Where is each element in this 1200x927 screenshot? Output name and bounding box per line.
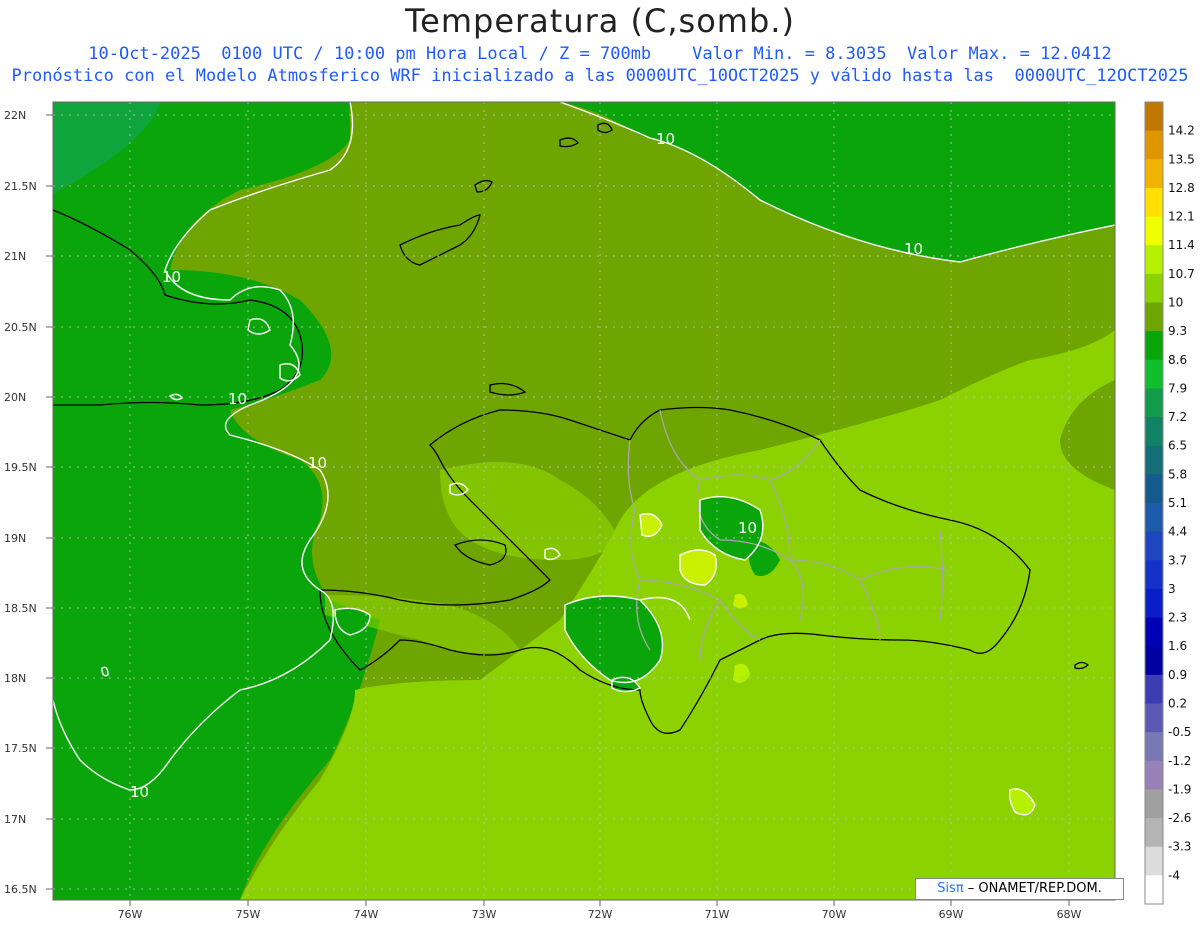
- colorbar-swatch: [1145, 417, 1163, 447]
- lon-label: 71W: [705, 908, 730, 921]
- sispi-logo: Sisπ: [937, 881, 964, 896]
- colorbar-label: 0.9: [1168, 668, 1187, 682]
- colorbar-swatch: [1145, 187, 1163, 218]
- colorbar-swatch: [1145, 474, 1163, 504]
- colorbar-swatch: [1145, 130, 1163, 160]
- colorbar-swatch: [1145, 875, 1163, 905]
- colorbar-swatch: [1145, 846, 1163, 876]
- colorbar-label: -0.5: [1168, 725, 1191, 739]
- colorbar-swatch: [1145, 617, 1163, 647]
- colorbar-swatch: [1145, 503, 1163, 533]
- contour-label: 10: [904, 240, 923, 258]
- colorbar-swatch: [1145, 388, 1163, 418]
- colorbar-swatch: [1145, 245, 1163, 275]
- contour-label: 10: [130, 783, 149, 801]
- colorbar-label: 10.7: [1168, 267, 1195, 281]
- lon-label: 68W: [1057, 908, 1082, 921]
- colorbar-label: 3.7: [1168, 553, 1187, 567]
- colorbar-label: -2.6: [1168, 811, 1191, 825]
- colorbar-label: 0.2: [1168, 697, 1187, 711]
- lat-label: 17N: [4, 813, 26, 826]
- lat-label: 21.5N: [4, 180, 37, 193]
- colorbar-swatch: [1145, 331, 1163, 361]
- lat-label: 17.5N: [4, 742, 37, 755]
- lon-label: 74W: [354, 908, 379, 921]
- lon-label: 70W: [822, 908, 847, 921]
- colorbar-label: 8.6: [1168, 353, 1187, 367]
- lon-label: 72W: [588, 908, 613, 921]
- temperature-map: 10 10 10 10 10 10 10 22N 21.5N 21N 20.5N…: [4, 101, 1195, 921]
- colorbar-swatch: [1145, 445, 1163, 475]
- colorbar-swatch: [1145, 159, 1163, 189]
- lon-label: 76W: [118, 908, 143, 921]
- colorbar-label: 2.3: [1168, 611, 1187, 625]
- colorbar-swatch: [1145, 646, 1163, 676]
- colorbar-swatch: [1145, 302, 1163, 332]
- colorbar-swatch: [1145, 588, 1163, 619]
- colorbar-swatch: [1145, 560, 1163, 590]
- lat-label: 20.5N: [4, 321, 37, 334]
- colorbar-swatch: [1145, 216, 1163, 246]
- colorbar-label: 6.5: [1168, 439, 1187, 453]
- colorbar: 14.2 13.5 12.8 12.1 11.4 10.7 10 9.3 8.6 7.9 7.2 6.…: [1144, 101, 1195, 905]
- contour-label: 10: [308, 454, 327, 472]
- colorbar-swatch: [1145, 760, 1163, 790]
- lon-label: 75W: [236, 908, 261, 921]
- longitude-labels: 76W 75W 74W 73W 72W 71W 70W 69W 68W: [118, 908, 1082, 921]
- colorbar-label: 3: [1168, 582, 1176, 596]
- colorbar-label: -1.9: [1168, 782, 1191, 796]
- colorbar-label: 9.3: [1168, 324, 1187, 338]
- colorbar-label: 14.2: [1168, 124, 1195, 138]
- colorbar-label: 12.8: [1168, 181, 1195, 195]
- colorbar-label: 10: [1168, 296, 1183, 310]
- colorbar-swatch: [1145, 703, 1163, 733]
- lat-label: 20N: [4, 391, 26, 404]
- lat-label: 21N: [4, 250, 26, 263]
- contour-label: 10: [228, 390, 247, 408]
- lat-label: 16.5N: [4, 883, 37, 896]
- temperature-field: 10 10 10 10 10 10 10: [53, 102, 1115, 900]
- colorbar-label: -3.3: [1168, 840, 1191, 854]
- lat-label: 19.5N: [4, 461, 37, 474]
- colorbar-swatch: [1145, 531, 1163, 561]
- lat-label: 19N: [4, 532, 26, 545]
- lat-label: 22N: [4, 109, 26, 122]
- lon-label: 73W: [472, 908, 497, 921]
- contour-label: 10: [656, 130, 675, 148]
- colorbar-label: 5.8: [1168, 467, 1187, 481]
- contour-label: 10: [738, 519, 757, 537]
- colorbar-label: -4: [1168, 868, 1180, 882]
- colorbar-label: 4.4: [1168, 525, 1187, 539]
- credit-text: – ONAMET/REP.DOM.: [963, 881, 1102, 896]
- latitude-labels: 22N 21.5N 21N 20.5N 20N 19.5N 19N 18.5N …: [4, 109, 37, 896]
- colorbar-label: 13.5: [1168, 152, 1195, 166]
- colorbar-swatch: [1145, 732, 1163, 762]
- colorbar-swatch: [1145, 789, 1163, 819]
- colorbar-label: -1.2: [1168, 754, 1191, 768]
- colorbar-swatch: [1145, 818, 1163, 848]
- colorbar-label: 12.1: [1168, 210, 1195, 224]
- colorbar-label: 11.4: [1168, 238, 1195, 252]
- colorbar-swatch: [1145, 674, 1163, 704]
- colorbar-label: 7.2: [1168, 410, 1187, 424]
- colorbar-label: 1.6: [1168, 639, 1187, 653]
- colorbar-label: 7.9: [1168, 381, 1187, 395]
- lat-label: 18N: [4, 672, 26, 685]
- contour-label: 10: [162, 268, 181, 286]
- lon-label: 69W: [939, 908, 964, 921]
- colorbar-swatch: [1145, 102, 1163, 132]
- colorbar-swatch: [1145, 273, 1163, 303]
- colorbar-label: 5.1: [1168, 496, 1187, 510]
- lat-label: 18.5N: [4, 602, 37, 615]
- colorbar-swatch: [1145, 359, 1163, 389]
- credit-box: Sisπ – ONAMET/REP.DOM.: [915, 878, 1124, 900]
